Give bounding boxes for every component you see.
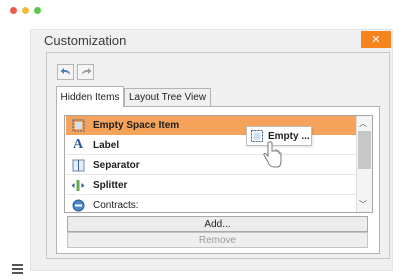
scrollbar-thumb[interactable] — [358, 131, 371, 169]
separator-icon — [71, 158, 85, 172]
window-close-dot[interactable] — [10, 7, 17, 14]
chevron-up-icon[interactable]: ︿ — [359, 118, 367, 129]
close-icon: ✕ — [371, 34, 381, 46]
undo-icon — [60, 68, 70, 75]
undo-button[interactable] — [57, 64, 74, 80]
label-icon: A — [72, 137, 84, 152]
list-item-label: Empty Space Item — [93, 119, 180, 131]
close-button[interactable]: ✕ — [361, 31, 391, 48]
menu-icon[interactable] — [12, 264, 23, 266]
tab-layout-tree-view[interactable]: Layout Tree View — [124, 88, 211, 106]
splitter-icon — [71, 178, 85, 192]
redo-icon — [81, 68, 91, 75]
hidden-items-list[interactable]: Empty Space Item A Label Separator Split… — [64, 115, 373, 213]
cursor-hand-icon — [263, 141, 282, 168]
list-item-empty-space-item[interactable]: Empty Space Item — [66, 116, 356, 135]
list-item-label: Contracts: — [93, 199, 139, 211]
list-item-label: Splitter — [93, 179, 128, 191]
chevron-down-icon[interactable]: ﹀ — [359, 199, 367, 210]
window-minimize-dot[interactable] — [22, 7, 29, 14]
list-item-contracts[interactable]: Contracts: — [66, 196, 356, 212]
list-item-splitter[interactable]: Splitter — [66, 176, 356, 195]
redo-button[interactable] — [77, 64, 94, 80]
list-item-label: Separator — [93, 159, 140, 171]
remove-button[interactable]: Remove — [67, 232, 368, 248]
list-item-separator[interactable]: Separator — [66, 156, 356, 175]
contracts-icon — [71, 198, 85, 212]
menu-icon-line — [12, 272, 23, 274]
dialog-title: Customization — [44, 33, 127, 48]
add-button[interactable]: Add... — [67, 216, 368, 232]
list-item-label: Label — [93, 139, 120, 151]
add-button-label: Add... — [204, 218, 231, 230]
tab-label: Layout Tree View — [128, 92, 207, 103]
list-item-label-item[interactable]: A Label — [66, 136, 356, 155]
menu-icon-line — [12, 268, 23, 270]
tab-label: Hidden Items — [60, 91, 120, 103]
tab-hidden-items[interactable]: Hidden Items — [56, 86, 124, 107]
empty-space-icon — [71, 118, 85, 132]
window-maximize-dot[interactable] — [34, 7, 41, 14]
remove-button-label: Remove — [198, 234, 237, 246]
